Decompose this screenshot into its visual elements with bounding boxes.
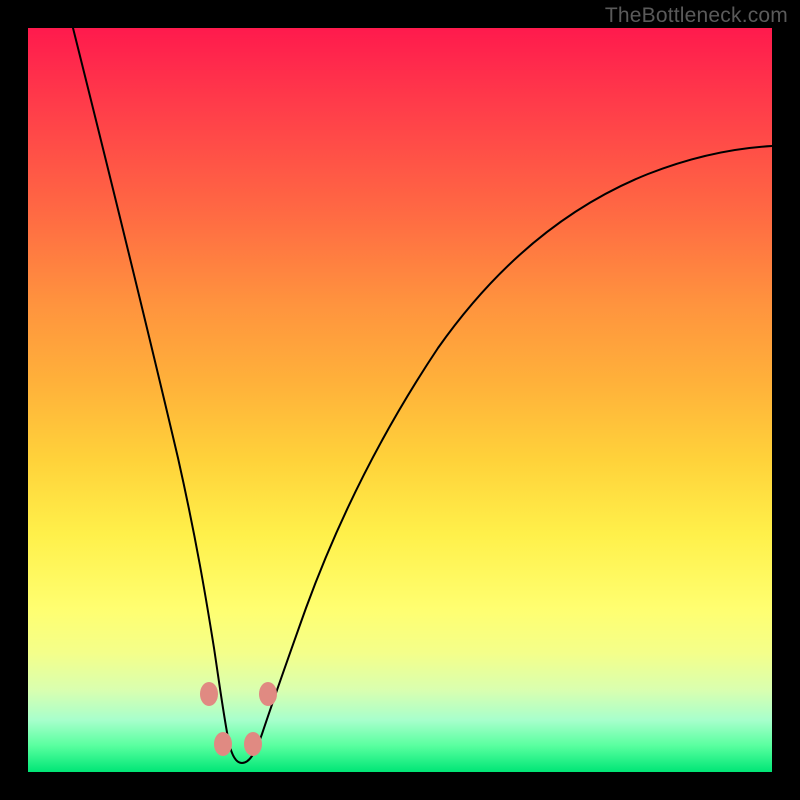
bottleneck-curve: [28, 28, 772, 772]
plot-area: [28, 28, 772, 772]
curve-path: [73, 28, 772, 763]
curve-marker-right-lower: [244, 732, 262, 756]
chart-frame: TheBottleneck.com: [0, 0, 800, 800]
curve-marker-left-lower: [214, 732, 232, 756]
watermark-text: TheBottleneck.com: [605, 4, 788, 28]
curve-marker-left-upper: [200, 682, 218, 706]
curve-marker-right-upper: [259, 682, 277, 706]
